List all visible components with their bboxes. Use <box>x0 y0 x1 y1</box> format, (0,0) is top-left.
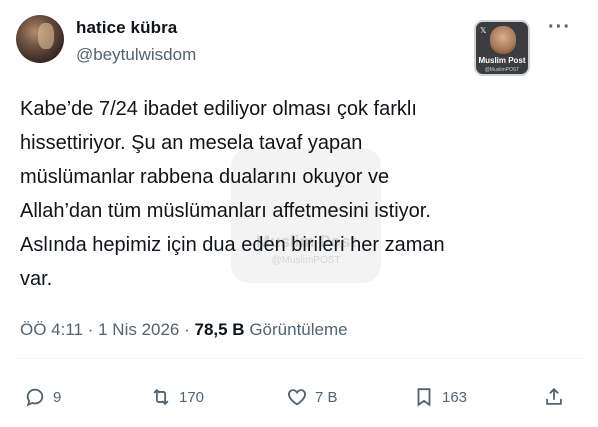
meta-separator: · <box>83 320 99 339</box>
tweet-card: hatice kübra @beytulwisdom 𝕏 Muslim Post… <box>0 0 598 427</box>
tweet-text: Kabe’de 7/24 ibadet ediliyor olması çok … <box>20 92 580 296</box>
tweet-text-line: var. <box>20 268 53 290</box>
divider <box>16 358 582 359</box>
logo-portrait <box>490 26 516 54</box>
tweet-text-line: müslümanlar rabbena dualarını okuyor ve <box>20 166 390 188</box>
x-logo-icon: 𝕏 <box>480 26 487 35</box>
bookmark-icon <box>417 388 431 407</box>
author-name[interactable]: hatice kübra <box>76 18 177 38</box>
tweet-text-line: hissettiriyor. Şu an mesela tavaf yapan <box>20 132 363 154</box>
muslim-post-logo: 𝕏 Muslim Post @MuslimPOST <box>474 20 530 76</box>
view-label: Görüntüleme <box>244 320 348 339</box>
tweet-time[interactable]: ÖÖ 4:11 <box>20 320 83 339</box>
like-button[interactable]: 7 B <box>286 384 338 410</box>
bookmark-count: 163 <box>442 388 468 406</box>
tweet-text-line: Allah’dan tüm müslümanları affetmesini i… <box>20 200 431 222</box>
tweet-meta: ÖÖ 4:11 · 1 Nis 2026 · 78,5 B Görüntülem… <box>20 320 348 340</box>
logo-sub-text: @MuslimPOST <box>484 67 520 73</box>
reply-button[interactable]: 9 <box>24 384 61 410</box>
tweet-date[interactable]: 1 Nis 2026 <box>98 320 179 339</box>
repost-button[interactable]: 170 <box>150 384 204 410</box>
reply-count: 9 <box>53 388 62 406</box>
bookmark-button[interactable]: 163 <box>413 384 467 410</box>
repost-icon <box>153 388 169 406</box>
meta-separator: · <box>179 320 195 339</box>
share-button[interactable] <box>543 384 565 410</box>
avatar[interactable] <box>16 15 64 63</box>
avatar-photo-highlight <box>38 23 54 49</box>
repost-count: 170 <box>179 388 205 406</box>
heart-icon <box>288 389 306 406</box>
tweet-text-line: Kabe’de 7/24 ibadet ediliyor olması çok … <box>20 98 417 120</box>
reply-icon <box>26 388 44 407</box>
view-count: 78,5 B <box>194 320 245 339</box>
share-icon <box>546 387 562 405</box>
logo-brand-text: Muslim Post <box>478 56 526 65</box>
like-count: 7 B <box>315 388 338 406</box>
author-handle[interactable]: @beytulwisdom <box>76 45 196 65</box>
tweet-text-line: Aslında hepimiz için dua eden birileri h… <box>20 234 445 256</box>
more-icon[interactable]: ··· <box>548 17 571 37</box>
